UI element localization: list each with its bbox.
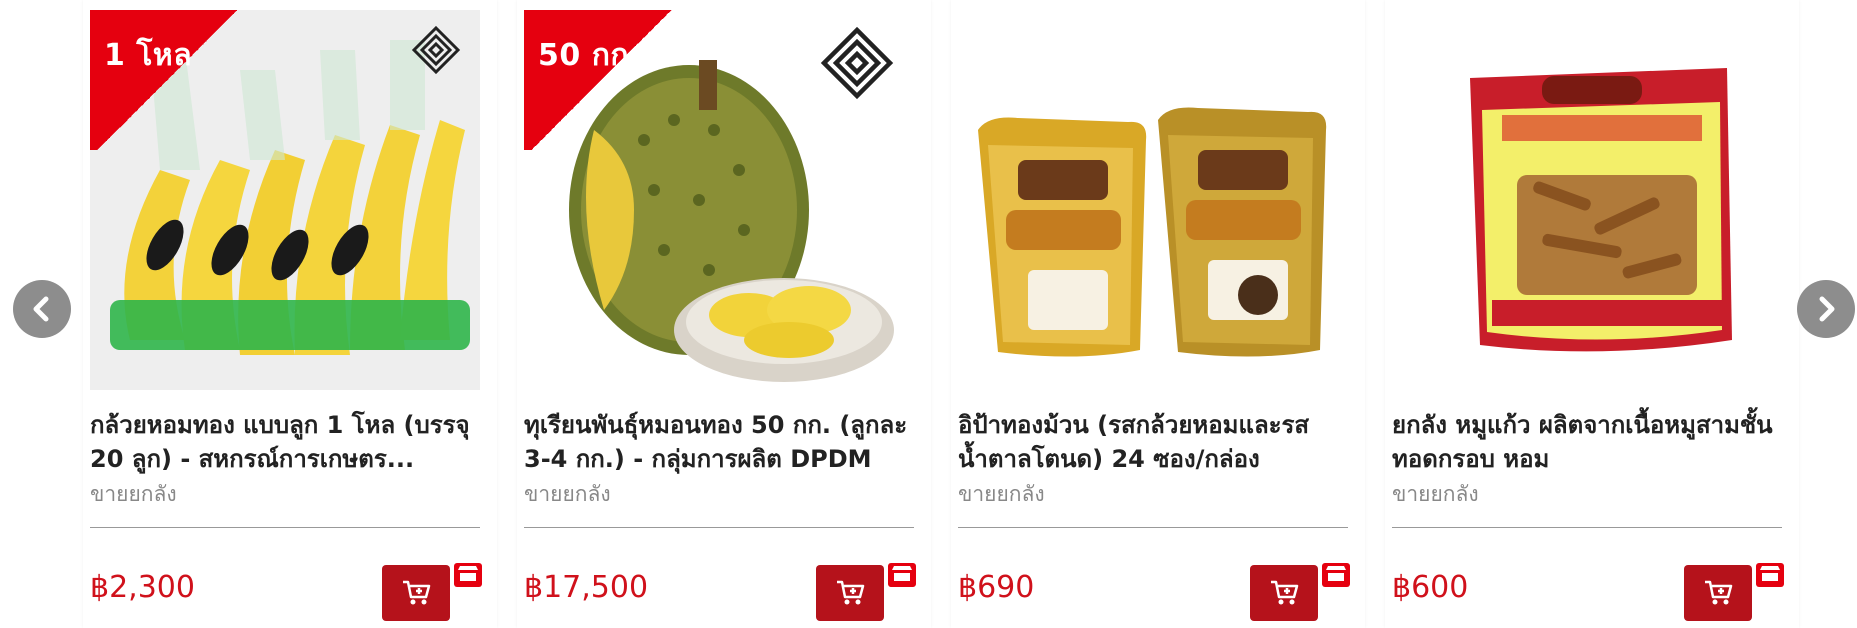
divider [90, 527, 480, 528]
chevron-right-icon [1819, 296, 1835, 322]
product-card[interactable]: 50 กก. ทุเรียนพันธุ์หมอนทอง 50 กก. (ลูกล… [517, 0, 931, 628]
product-image[interactable]: 1 โหล [90, 10, 480, 390]
crispy-roll-packs-image [958, 10, 1348, 390]
chevron-left-icon [33, 296, 49, 322]
carousel-prev-button[interactable] [13, 280, 71, 338]
divider [958, 527, 1348, 528]
divider [1392, 527, 1782, 528]
product-card[interactable]: ยกลัง หมูแก้ว ผลิตจากเนื้อหมูสามชั้น ทอด… [1385, 0, 1799, 628]
product-price: ฿690 [958, 570, 1035, 605]
brand-logo-icon [411, 25, 461, 75]
brand-logo-icon [820, 26, 894, 100]
shop-icon [454, 563, 482, 587]
product-price: ฿600 [1392, 570, 1469, 605]
crispy-pork-pack-image [1392, 10, 1782, 390]
product-subtitle: ขายยกลัง [90, 482, 177, 506]
add-to-cart-button[interactable] [382, 565, 450, 621]
add-to-cart-button[interactable] [816, 565, 884, 621]
cart-plus-icon [403, 580, 431, 605]
cart-plus-icon [1271, 580, 1299, 605]
product-subtitle: ขายยกลัง [1392, 482, 1479, 506]
quantity-badge-label: 50 กก. [538, 38, 641, 73]
cart-plus-icon [837, 580, 865, 605]
product-price: ฿2,300 [90, 570, 195, 605]
add-to-cart-button[interactable] [1684, 565, 1752, 621]
shop-icon [1756, 563, 1784, 587]
product-title[interactable]: ทุเรียนพันธุ์หมอนทอง 50 กก. (ลูกละ 3-4 ก… [524, 408, 919, 476]
add-to-cart-button[interactable] [1250, 565, 1318, 621]
product-image[interactable]: 50 กก. [524, 10, 914, 390]
product-title[interactable]: อิป้าทองม้วน (รสกล้วยหอมและรสน้ำตาลโตนด)… [958, 408, 1353, 476]
quantity-badge: 50 กก. [524, 10, 679, 150]
product-image[interactable] [958, 10, 1348, 390]
cart-plus-icon [1705, 580, 1733, 605]
shop-icon [888, 563, 916, 587]
product-subtitle: ขายยกลัง [958, 482, 1045, 506]
product-card[interactable]: อิป้าทองม้วน (รสกล้วยหอมและรสน้ำตาลโตนด)… [951, 0, 1365, 628]
product-card[interactable]: 1 โหล กล้วยหอมทอง แบบลูก 1 โหล (บรรจุ 20… [83, 0, 497, 628]
quantity-badge: 1 โหล [90, 10, 245, 150]
product-title[interactable]: กล้วยหอมทอง แบบลูก 1 โหล (บรรจุ 20 ลูก) … [90, 408, 485, 476]
product-image[interactable] [1392, 10, 1782, 390]
product-price: ฿17,500 [524, 570, 649, 605]
shop-icon [1322, 563, 1350, 587]
product-title[interactable]: ยกลัง หมูแก้ว ผลิตจากเนื้อหมูสามชั้น ทอด… [1392, 408, 1787, 476]
product-subtitle: ขายยกลัง [524, 482, 611, 506]
quantity-badge-label: 1 โหล [104, 38, 193, 73]
carousel-next-button[interactable] [1797, 280, 1855, 338]
divider [524, 527, 914, 528]
